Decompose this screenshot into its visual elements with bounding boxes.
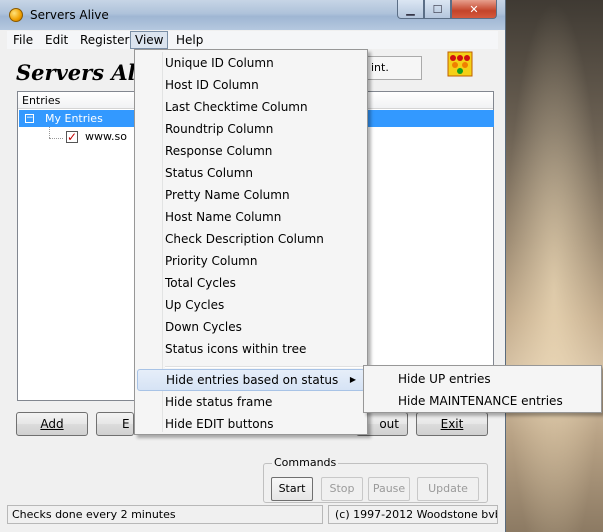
status-bar: Checks done every 2 minutes (c) 1997-201…	[7, 505, 498, 525]
menu-item-status-icons-within-tree[interactable]: Status icons within tree	[137, 338, 365, 360]
app-icon	[9, 8, 23, 22]
menu-item-unique-id-column[interactable]: Unique ID Column	[137, 52, 365, 74]
menu-item-status-column[interactable]: Status Column	[137, 162, 365, 184]
menu-item-hide-entries-based-on-status[interactable]: Hide entries based on status ▶	[137, 369, 365, 391]
window-title: Servers Alive	[30, 8, 109, 22]
menu-item-response-column[interactable]: Response Column	[137, 140, 365, 162]
commands-group-label: Commands	[272, 456, 339, 469]
menu-item-hide-edit-buttons[interactable]: Hide EDIT buttons	[137, 413, 365, 435]
update-button[interactable]: Update	[417, 477, 479, 501]
menu-item-total-cycles[interactable]: Total Cycles	[137, 272, 365, 294]
title-bar[interactable]: Servers Alive ▁ ☐ ✕	[0, 0, 505, 30]
menu-item-check-description-column[interactable]: Check Description Column	[137, 228, 365, 250]
status-submenu: Hide UP entries Hide MAINTENANCE entries	[363, 365, 602, 413]
menu-item-down-cycles[interactable]: Down Cycles	[137, 316, 365, 338]
menu-item-pretty-name-column[interactable]: Pretty Name Column	[137, 184, 365, 206]
menu-help[interactable]: Help	[172, 32, 207, 48]
submenu-arrow-icon: ▶	[349, 375, 356, 384]
tree-root-label: My Entries	[45, 112, 103, 125]
pause-button[interactable]: Pause	[368, 477, 410, 501]
tree-connector	[49, 138, 63, 140]
menu-item-priority-column[interactable]: Priority Column	[137, 250, 365, 272]
menu-item-hide-maintenance-entries[interactable]: Hide MAINTENANCE entries	[366, 390, 599, 412]
menu-item-up-cycles[interactable]: Up Cycles	[137, 294, 365, 316]
menu-separator	[165, 366, 365, 368]
menu-item-host-id-column[interactable]: Host ID Column	[137, 74, 365, 96]
menu-bar: File Edit Register View Help	[7, 31, 498, 49]
maximize-button[interactable]: ☐	[424, 0, 451, 19]
status-copyright: (c) 1997-2012 Woodstone bvba	[328, 505, 498, 524]
add-button[interactable]: Add	[16, 412, 88, 436]
desktop-background	[505, 0, 603, 532]
collapse-icon[interactable]: −	[25, 114, 34, 123]
start-button[interactable]: Start	[271, 477, 313, 501]
minimize-button[interactable]: ▁	[397, 0, 424, 19]
menu-file[interactable]: File	[9, 32, 37, 48]
menu-item-last-checktime-column[interactable]: Last Checktime Column	[137, 96, 365, 118]
stop-button[interactable]: Stop	[321, 477, 363, 501]
menu-item-host-name-column[interactable]: Host Name Column	[137, 206, 365, 228]
check-status-icon: ✓	[66, 130, 78, 144]
menu-item-roundtrip-column[interactable]: Roundtrip Column	[137, 118, 365, 140]
view-menu-dropdown: Unique ID Column Host ID Column Last Che…	[134, 49, 368, 435]
menu-item-label: Hide entries based on status	[166, 373, 339, 387]
close-button[interactable]: ✕	[451, 0, 497, 19]
edit-button[interactable]: E	[96, 412, 134, 436]
menu-item-hide-status-frame[interactable]: Hide status frame	[137, 391, 365, 413]
commands-group: Commands Start Stop Pause Update	[263, 456, 488, 503]
menu-edit[interactable]: Edit	[41, 32, 72, 48]
traffic-light-icon	[447, 51, 473, 77]
tree-connector	[49, 127, 51, 138]
exit-button[interactable]: Exit	[416, 412, 488, 436]
status-check-interval: Checks done every 2 minutes	[7, 505, 323, 524]
menu-register[interactable]: Register	[76, 32, 133, 48]
tree-child-label[interactable]: www.so	[85, 130, 127, 143]
menu-view[interactable]: View	[130, 31, 169, 49]
menu-item-hide-up-entries[interactable]: Hide UP entries	[366, 368, 599, 390]
